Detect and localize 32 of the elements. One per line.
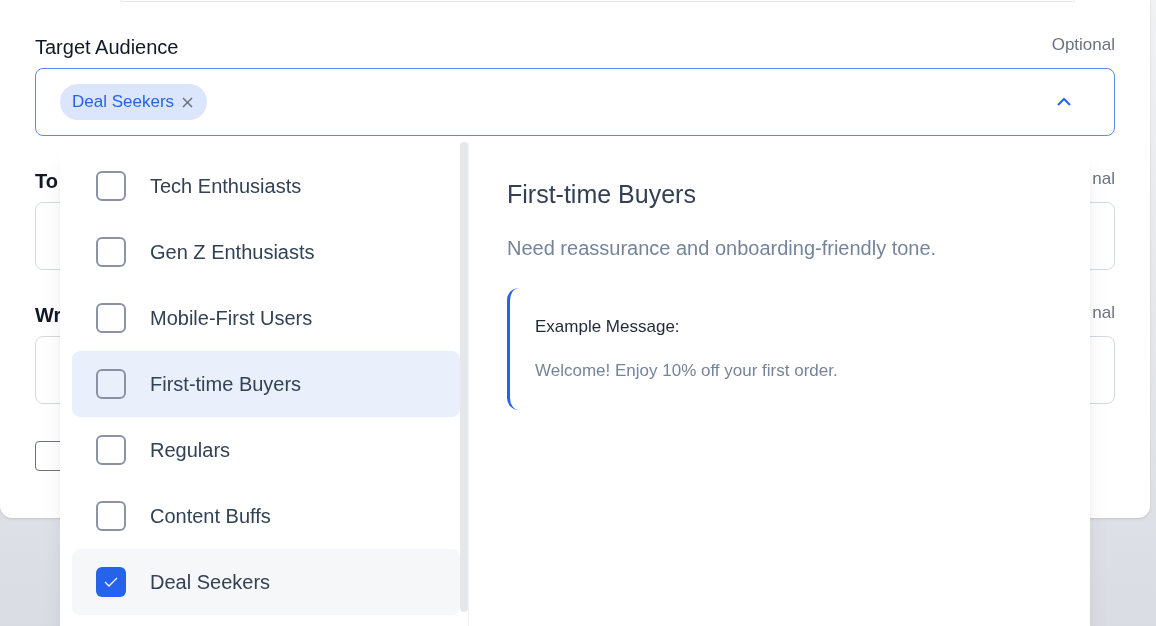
preview-title: First-time Buyers — [507, 179, 697, 210]
checkbox[interactable] — [96, 501, 126, 531]
option-label: Deal Seekers — [150, 570, 271, 595]
option-label: Gen Z Enthusiasts — [150, 240, 315, 265]
option-label: Regulars — [150, 438, 231, 463]
scrollbar[interactable] — [460, 142, 468, 612]
chip-label: Deal Seekers — [72, 91, 175, 114]
checkbox[interactable] — [96, 171, 126, 201]
example-label: Example Message: — [535, 316, 681, 338]
checkbox[interactable] — [96, 237, 126, 267]
option-item[interactable]: Deal Seekers — [72, 549, 460, 615]
optional-label: nal — [1092, 302, 1115, 324]
optional-label: nal — [1092, 168, 1115, 190]
chevron-up-icon[interactable] — [1056, 97, 1072, 107]
checkbox[interactable] — [96, 567, 126, 597]
option-item[interactable]: First-time Buyers — [72, 351, 460, 417]
option-label: Mobile-First Users — [150, 306, 313, 331]
checkbox[interactable] — [96, 369, 126, 399]
field-label: Target Audience — [35, 35, 179, 60]
option-label: Tech Enthusiasts — [150, 174, 302, 199]
multi-select-field[interactable]: Deal Seekers — [35, 68, 1115, 136]
example-message: Welcome! Enjoy 10% off your first order. — [535, 360, 839, 382]
close-icon[interactable] — [182, 96, 194, 108]
preview-description: Need reassurance and onboarding-friendly tone. — [507, 236, 938, 261]
option-label: Content Buffs — [150, 504, 271, 529]
field-label: To — [35, 169, 58, 194]
option-label: First-time Buyers — [150, 372, 302, 397]
optional-label: Optional — [1051, 34, 1115, 56]
checkbox[interactable] — [96, 303, 126, 333]
field-label: Wr — [35, 303, 62, 328]
checkbox[interactable] — [96, 435, 126, 465]
check-icon — [104, 577, 118, 587]
